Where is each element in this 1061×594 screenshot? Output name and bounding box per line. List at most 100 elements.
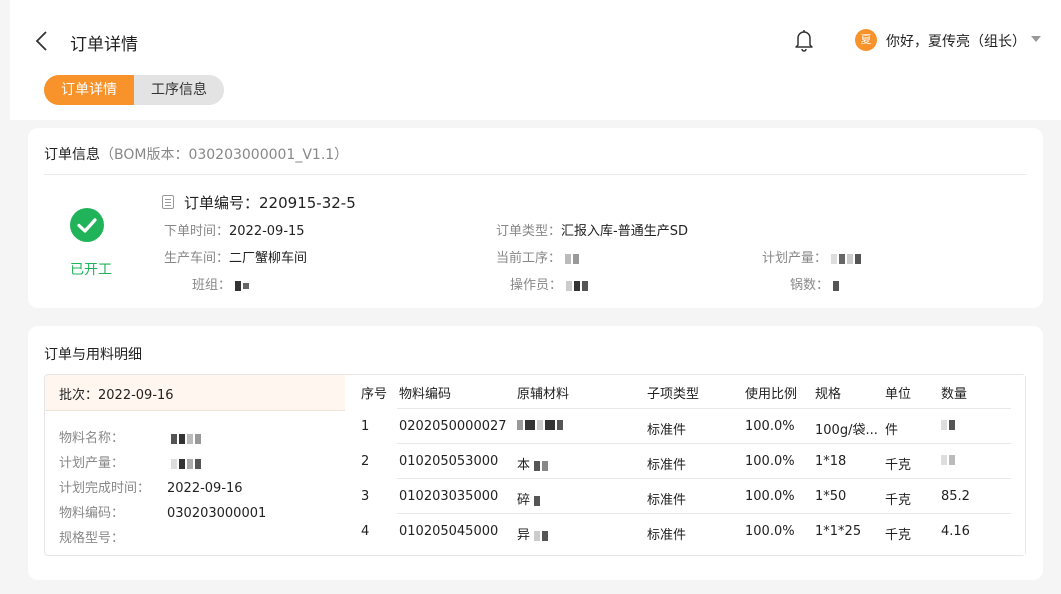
col-material: 原辅材料 — [517, 387, 570, 402]
col-unit: 单位 — [885, 387, 912, 402]
row-type: 标准件 — [647, 528, 687, 543]
redacted-value — [831, 252, 863, 266]
row-no: 2 — [361, 454, 370, 469]
table-row[interactable]: 4 010205045000 异 标准件 100.0% 1*1*25 千克 4.… — [345, 514, 1025, 548]
tab-bar: 订单详情 工序信息 — [44, 75, 224, 105]
planned-output-field: 计划产量： — [762, 247, 863, 266]
redacted-value — [171, 432, 203, 446]
nav-row: 订单详情 夏 你好，夏传亮（组长） — [10, 22, 1061, 62]
row-material-text: 本 — [517, 458, 531, 473]
current-process-label: 当前工序： — [496, 251, 562, 266]
order-time-field: 下单时间：2022-09-15 — [164, 220, 305, 239]
row-no: 4 — [361, 524, 370, 539]
material-code-value: 030203000001 — [167, 506, 267, 521]
order-time-value: 2022-09-15 — [229, 224, 305, 239]
table-row[interactable]: 1 0202050000027 标准件 100.0% 100g/袋... 件 — [345, 409, 1025, 443]
row-no: 3 — [361, 489, 370, 504]
redacted-value — [565, 252, 581, 266]
planned-output-row: 计划产量： — [59, 452, 203, 471]
redacted-value — [833, 279, 841, 293]
order-type-field: 订单类型：汇报入库-普通生产SD — [496, 220, 688, 239]
row-ratio: 100.0% — [745, 524, 795, 539]
row-code: 0202050000027 — [399, 419, 507, 434]
pot-count-field: 锅数： — [790, 274, 841, 293]
order-type-label: 订单类型： — [496, 224, 562, 239]
top-bar: 订单详情 夏 你好，夏传亮（组长） 订单详情 工序信息 — [10, 0, 1061, 120]
row-qty — [941, 452, 957, 467]
user-greeting[interactable]: 你好，夏传亮（组长） — [886, 31, 1026, 51]
redacted-value — [171, 457, 203, 471]
workshop-label: 生产车间： — [164, 251, 230, 266]
current-process-field: 当前工序： — [496, 247, 581, 266]
tab-order-detail[interactable]: 订单详情 — [44, 75, 134, 105]
row-no: 1 — [361, 419, 370, 434]
redacted-value — [534, 459, 550, 473]
materials-heading: 订单与用料明细 — [44, 347, 142, 363]
redacted-value — [566, 279, 590, 293]
planned-finish-label: 计划完成时间： — [59, 481, 151, 496]
row-ratio: 100.0% — [745, 489, 795, 504]
document-icon — [162, 195, 174, 209]
bell-icon[interactable] — [792, 27, 816, 53]
row-unit: 千克 — [885, 493, 912, 508]
spec-model-row: 规格型号： — [59, 527, 167, 546]
planned-output-row-label: 计划产量： — [59, 456, 125, 471]
row-material-text: 碎 — [517, 493, 531, 508]
row-qty — [941, 417, 957, 432]
batch-summary: 批次：2022-09-16 物料名称： 计划产量： 计划完成时间： 2022-09… — [45, 375, 345, 555]
status-label: 已开工 — [70, 262, 112, 278]
planned-finish-row: 计划完成时间： 2022-09-16 — [59, 477, 243, 496]
material-code-label: 物料编码： — [59, 506, 125, 521]
row-spec: 100g/袋... — [815, 423, 878, 438]
row-ratio: 100.0% — [745, 419, 795, 434]
row-ratio: 100.0% — [745, 454, 795, 469]
order-number-value: 220915-32-5 — [259, 194, 356, 212]
team-field: 班组： — [192, 274, 251, 293]
col-no: 序号 — [361, 387, 388, 402]
row-type: 标准件 — [647, 458, 687, 473]
divider — [44, 174, 1027, 175]
batch-header: 批次：2022-09-16 — [45, 375, 345, 411]
team-label: 班组： — [192, 278, 232, 293]
order-info-heading: 订单信息（BOM版本：030203000001_V1.1） — [44, 144, 348, 164]
materials-card: 订单与用料明细 批次：2022-09-16 物料名称： 计划产量： 计划完成时间… — [28, 326, 1043, 580]
redacted-value — [534, 529, 550, 543]
table-row[interactable]: 2 010205053000 本 标准件 100.0% 1*18 千克 — [345, 444, 1025, 478]
caret-down-icon[interactable] — [1031, 36, 1041, 42]
order-info-card: 订单信息（BOM版本：030203000001_V1.1） 已开工 订单编号：2… — [28, 128, 1043, 308]
row-material: 本 — [517, 454, 550, 473]
redacted-value — [517, 418, 565, 432]
col-qty: 数量 — [941, 387, 968, 402]
workshop-field: 生产车间：二厂蟹柳车间 — [164, 247, 307, 266]
chevron-left-icon[interactable] — [32, 28, 52, 54]
col-spec: 规格 — [815, 387, 842, 402]
material-code-row: 物料编码： 030203000001 — [59, 502, 266, 521]
row-unit: 件 — [885, 423, 899, 438]
avatar[interactable]: 夏 — [855, 29, 877, 51]
order-info-title: 订单信息 — [44, 147, 100, 163]
row-spec: 1*18 — [815, 454, 847, 469]
tab-process-info[interactable]: 工序信息 — [134, 75, 224, 105]
check-circle-icon — [70, 208, 104, 242]
materials-table: 序号 物料编码 原辅材料 子项类型 使用比例 规格 单位 数量 1 020205… — [345, 375, 1025, 555]
row-material: 碎 — [517, 489, 542, 508]
planned-finish-value: 2022-09-16 — [167, 481, 243, 496]
row-code: 010205045000 — [399, 524, 499, 539]
table-row[interactable]: 3 010203035000 碎 标准件 100.0% 1*50 千克 85.2 — [345, 479, 1025, 513]
table-header: 序号 物料编码 原辅材料 子项类型 使用比例 规格 单位 数量 — [345, 383, 1025, 403]
order-number-label: 订单编号： — [184, 194, 260, 212]
row-spec: 1*50 — [815, 489, 847, 504]
row-code: 010203035000 — [399, 489, 499, 504]
col-ratio: 使用比例 — [745, 387, 798, 402]
order-type-value: 汇报入库-普通生产SD — [561, 224, 688, 239]
row-material — [517, 417, 565, 432]
material-name-row: 物料名称： — [59, 427, 203, 446]
operator-field: 操作员： — [510, 274, 590, 293]
row-code: 010205053000 — [399, 454, 499, 469]
redacted-value — [534, 494, 542, 508]
row-unit: 千克 — [885, 528, 912, 543]
material-name-label: 物料名称： — [59, 431, 125, 446]
col-code: 物料编码 — [399, 387, 452, 402]
redacted-value — [235, 279, 251, 293]
row-type: 标准件 — [647, 423, 687, 438]
